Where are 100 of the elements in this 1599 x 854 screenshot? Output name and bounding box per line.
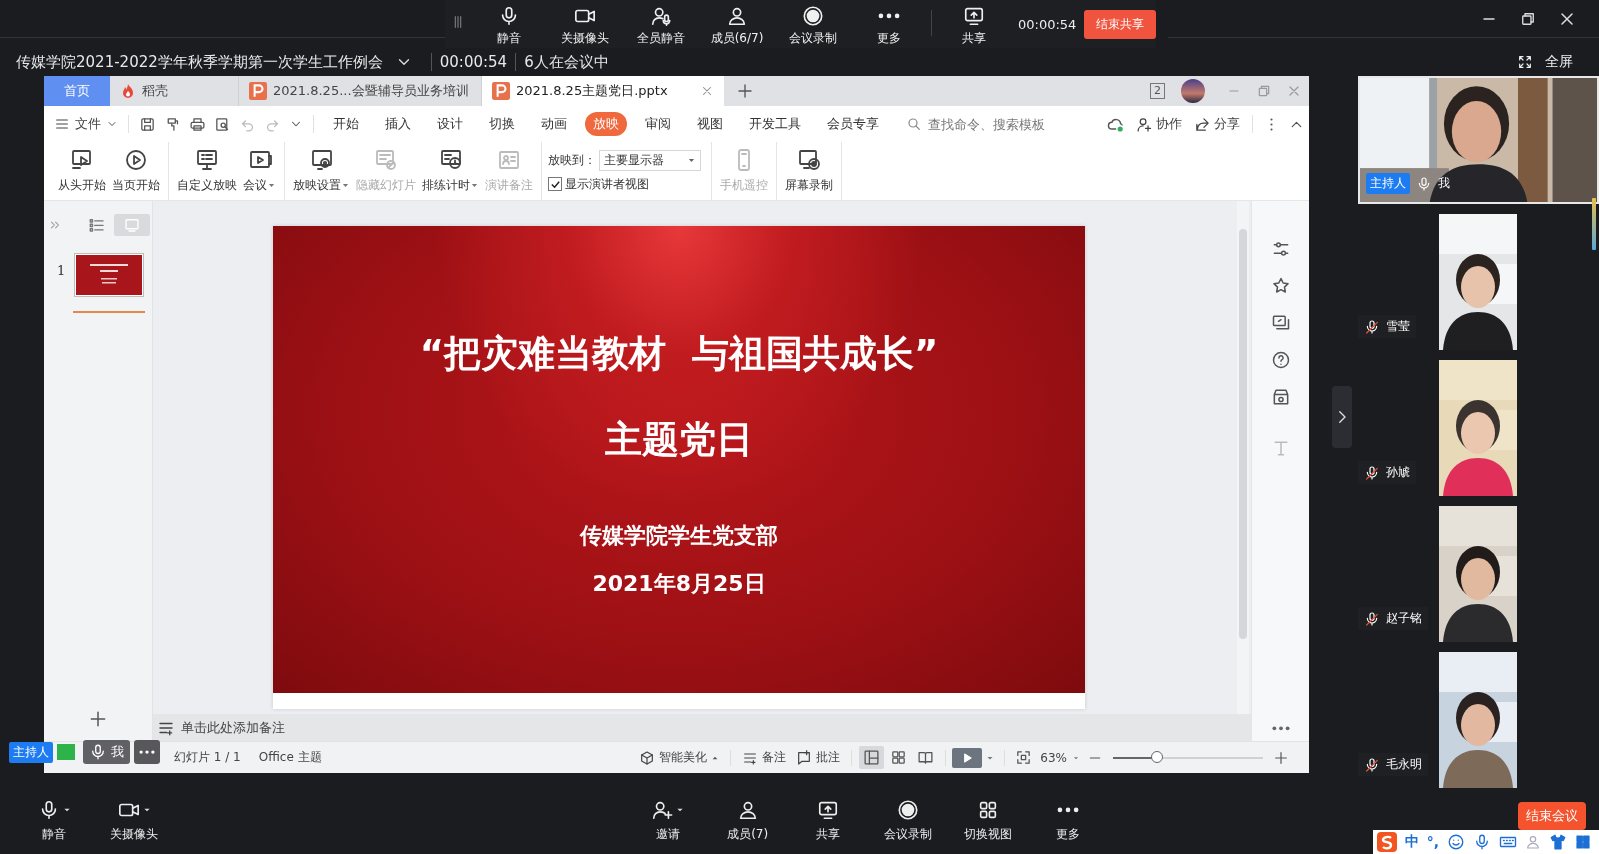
toolbar-button[interactable]: 切换视图 bbox=[947, 799, 1028, 843]
ribbon-tab[interactable]: 设计 bbox=[429, 112, 471, 136]
ribbon-tab[interactable]: 动画 bbox=[533, 112, 575, 136]
panel-toggle[interactable] bbox=[1332, 386, 1352, 448]
ribbon-button[interactable]: 排练计时 bbox=[419, 142, 482, 200]
toolbar-button[interactable]: 共享 bbox=[936, 0, 1012, 47]
avatar-icon[interactable] bbox=[1181, 79, 1205, 103]
ribbon-button[interactable]: 当页开始 bbox=[109, 142, 163, 200]
slide-organization: 传媒学院学生党支部 bbox=[580, 522, 778, 550]
muted-microphone-icon bbox=[1364, 318, 1380, 335]
ribbon-button[interactable]: 屏幕录制 bbox=[782, 142, 836, 200]
emoji-icon[interactable] bbox=[1447, 833, 1465, 851]
collaborate-button[interactable]: 协作 bbox=[1130, 115, 1188, 133]
participant-name: 孙虓 bbox=[1386, 464, 1410, 481]
play-button[interactable] bbox=[952, 747, 983, 768]
tiles-icon[interactable] bbox=[1575, 834, 1591, 850]
ribbon-tab[interactable]: 开发工具 bbox=[741, 112, 809, 136]
document-tab[interactable]: 2021.8.25主题党日.pptx bbox=[481, 76, 724, 106]
save-icon[interactable] bbox=[139, 115, 156, 133]
help-icon[interactable] bbox=[1270, 350, 1291, 370]
star-icon[interactable] bbox=[1270, 276, 1291, 296]
presenter-view-checkbox[interactable]: 显示演讲者视图 bbox=[548, 175, 701, 193]
input-mode[interactable]: 中 bbox=[1404, 833, 1419, 851]
microphone-icon[interactable] bbox=[1473, 833, 1491, 851]
share-icon bbox=[1194, 115, 1211, 133]
ribbon-tab[interactable]: 会员专享 bbox=[819, 112, 887, 136]
toolbar-button[interactable]: 全员静音 bbox=[623, 0, 699, 47]
menu-icon bbox=[54, 116, 70, 132]
muted-microphone-icon bbox=[1364, 756, 1380, 773]
comments-button[interactable]: 批注 bbox=[791, 749, 846, 766]
shirt-icon[interactable] bbox=[1549, 833, 1567, 851]
print-icon[interactable] bbox=[189, 115, 206, 133]
slide-number: 1 bbox=[57, 263, 67, 278]
toolbar-button[interactable]: 会议录制 bbox=[867, 799, 948, 843]
caret-icon bbox=[62, 806, 71, 814]
participant-name: 赵子铭 bbox=[1386, 610, 1422, 627]
ribbon-tab[interactable]: 审阅 bbox=[637, 112, 679, 136]
punctuation-mode[interactable]: °, bbox=[1426, 834, 1439, 850]
toolbar-button[interactable]: 静音 bbox=[471, 0, 547, 47]
notes-button[interactable]: 备注 bbox=[737, 749, 792, 766]
more-icon[interactable] bbox=[1271, 726, 1290, 731]
reading-view-icon bbox=[917, 749, 935, 766]
more-icon bbox=[878, 13, 900, 19]
participant-name: 雪莹 bbox=[1386, 318, 1410, 335]
document-tab[interactable]: 稻壳 bbox=[110, 76, 238, 106]
plus-icon[interactable] bbox=[736, 82, 754, 100]
search-icon bbox=[906, 116, 922, 132]
outline-view-icon[interactable] bbox=[88, 216, 106, 234]
beautify-button[interactable]: 智能美化 bbox=[634, 749, 725, 766]
screens-icon[interactable] bbox=[1270, 313, 1291, 333]
screen-clock-icon bbox=[438, 148, 463, 172]
ribbon-button[interactable]: 会议 bbox=[240, 142, 279, 200]
command-search-field[interactable]: 查找命令、搜索模板 bbox=[906, 115, 1060, 133]
window-count-badge[interactable]: 2 bbox=[1150, 83, 1165, 99]
toolbar-button[interactable]: 关摄像头 bbox=[94, 799, 174, 843]
share-timer: 00:00:54 bbox=[1018, 17, 1077, 32]
host-badge: 主持人 bbox=[9, 741, 53, 763]
zoom-level[interactable]: 63% bbox=[1040, 750, 1067, 765]
ribbon-tab[interactable]: 插入 bbox=[377, 112, 419, 136]
zoom-in-icon[interactable] bbox=[1273, 749, 1289, 766]
toolbar-button[interactable]: 成员(7) bbox=[707, 799, 788, 843]
fullscreen-button[interactable]: 全屏 bbox=[1517, 53, 1573, 71]
participant-name: 我 bbox=[1438, 175, 1450, 192]
fullscreen-icon bbox=[1517, 54, 1533, 70]
scrollbar[interactable] bbox=[1237, 201, 1249, 714]
person-icon bbox=[726, 5, 748, 27]
ribbon-tab[interactable]: 视图 bbox=[689, 112, 731, 136]
display-select[interactable]: 主要显示器 bbox=[599, 149, 701, 171]
add-slide-icon[interactable] bbox=[88, 709, 108, 729]
screen-play-icon bbox=[70, 148, 94, 172]
notes-field[interactable]: 单击此处添加备注 bbox=[153, 714, 1251, 741]
slider-thumb[interactable] bbox=[1151, 750, 1163, 763]
toolbar-button[interactable]: 会议录制 bbox=[775, 0, 851, 47]
toolbar-button[interactable]: 更多 bbox=[1027, 799, 1108, 843]
more-button[interactable] bbox=[134, 740, 160, 764]
meeting-title: 传媒学院2021-2022学年秋季学期第一次学生工作例会 bbox=[16, 52, 383, 72]
play-to-label: 放映到： bbox=[548, 151, 596, 169]
meeting-duration: 00:00:54 bbox=[439, 53, 508, 71]
share-button[interactable]: 分享 bbox=[1188, 115, 1246, 133]
print-preview-icon[interactable] bbox=[214, 115, 231, 133]
ribbon-tab[interactable]: 切换 bbox=[481, 112, 523, 136]
slide-thumbnail[interactable] bbox=[74, 253, 144, 297]
toolbar-button[interactable]: 更多 bbox=[851, 0, 927, 47]
presentation-file-icon bbox=[492, 82, 510, 100]
status-square-icon bbox=[57, 744, 75, 760]
caret-icon bbox=[676, 806, 685, 814]
toolbar-button[interactable]: 成员(6/7) bbox=[699, 0, 775, 47]
toolbar-button[interactable]: 关摄像头 bbox=[547, 0, 623, 47]
file-menu[interactable]: 文件 bbox=[50, 115, 122, 133]
ribbon-tab[interactable]: 开始 bbox=[325, 112, 367, 136]
toolbar-button[interactable]: 共享 bbox=[787, 799, 868, 843]
ribbon-button[interactable]: 自定义放映 bbox=[174, 142, 240, 200]
ribbon-button[interactable]: 从头开始 bbox=[55, 142, 109, 200]
toolbar-button[interactable]: 邀请 bbox=[627, 799, 708, 843]
view-button[interactable] bbox=[859, 746, 885, 769]
ribbon-button[interactable]: 放映设置 bbox=[290, 142, 353, 200]
screen-gear-icon bbox=[309, 148, 334, 172]
checkbox[interactable] bbox=[548, 177, 562, 191]
toolbar-button[interactable]: 静音 bbox=[14, 799, 94, 843]
fit-window-icon[interactable] bbox=[1015, 749, 1033, 766]
